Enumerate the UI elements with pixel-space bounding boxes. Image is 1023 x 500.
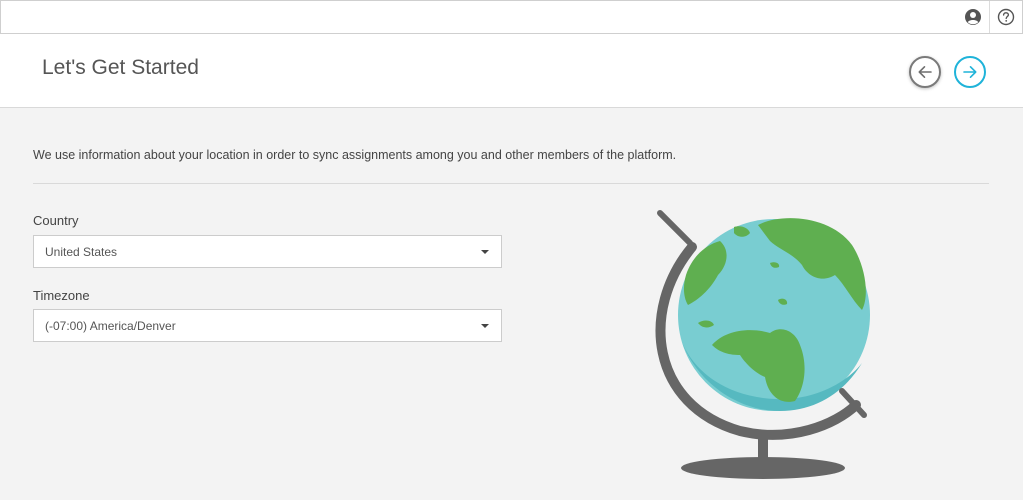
help-circle-icon	[997, 8, 1015, 26]
caret-down-icon	[481, 324, 489, 328]
globe-illustration	[655, 210, 870, 479]
page-title: Let's Get Started	[42, 56, 199, 79]
next-button[interactable]	[954, 56, 986, 88]
help-button[interactable]	[989, 1, 1022, 33]
top-bar-actions	[957, 1, 1022, 33]
top-bar	[0, 0, 1023, 34]
timezone-label: Timezone	[33, 288, 90, 303]
location-description: We use information about your location i…	[33, 148, 677, 162]
arrow-left-icon	[918, 66, 932, 78]
timezone-select-value: (-07:00) America/Denver	[45, 319, 176, 333]
user-circle-icon	[965, 9, 981, 25]
country-label: Country	[33, 213, 79, 228]
globe-axis-top	[657, 210, 693, 246]
back-button[interactable]	[909, 56, 941, 88]
account-button[interactable]	[957, 1, 989, 33]
country-select[interactable]: United States	[33, 235, 502, 268]
caret-down-icon	[481, 250, 489, 254]
page-header: Let's Get Started	[0, 34, 1023, 108]
timezone-select[interactable]: (-07:00) America/Denver	[33, 309, 502, 342]
country-select-value: United States	[45, 245, 118, 259]
arrow-right-icon	[963, 66, 977, 78]
section-divider	[33, 183, 989, 184]
